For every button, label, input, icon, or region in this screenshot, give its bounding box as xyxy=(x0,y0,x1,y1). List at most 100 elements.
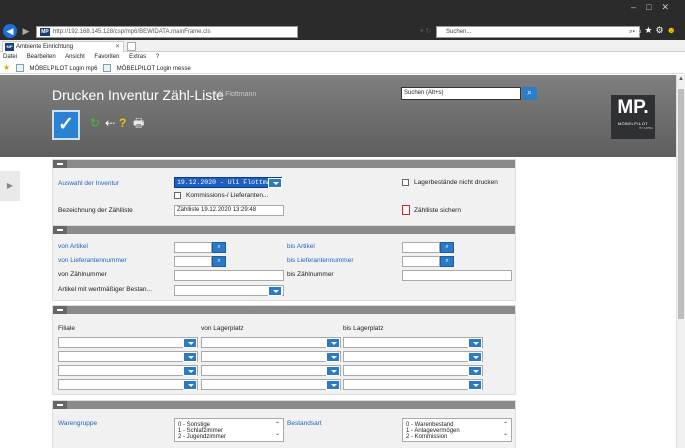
inventur-select[interactable]: 19.12.2020 - Uli Flottmann xyxy=(174,177,282,188)
collapse-toggle-icon[interactable] xyxy=(53,160,67,168)
chevron-down-icon[interactable] xyxy=(468,352,482,362)
favorite-login-messe[interactable]: MÖBELPILOT Login messe xyxy=(117,66,191,72)
menu-bearbeiten[interactable]: Bearbeiten xyxy=(27,54,56,60)
search-icon[interactable]: ⌕▾ xyxy=(629,27,635,37)
back-arrow-icon[interactable]: ◀ xyxy=(3,24,17,38)
bestandsart-listbox[interactable]: 0 - Warenbestand 1 - Anlagevermögen 2 - … xyxy=(402,418,512,442)
app-search-button[interactable]: ⌕ xyxy=(522,87,537,100)
print-icon[interactable]: 🖶 xyxy=(133,116,144,130)
menu-bar: Datei Bearbeiten Ansicht Favoriten Extra… xyxy=(0,52,685,62)
chevron-down-icon[interactable] xyxy=(183,338,197,348)
von-zaehlnummer-input[interactable] xyxy=(174,270,284,281)
bis-lagerplatz-select-3[interactable] xyxy=(343,365,483,376)
side-panel-toggle-icon[interactable]: ▶ xyxy=(0,171,20,201)
filiale-select-3[interactable] xyxy=(58,365,198,376)
tab-ambiente-einrichtung[interactable]: MP Ambiente Einrichtung ✕ xyxy=(2,41,124,52)
browser-search-input[interactable]: Suchen... ⌕▾ xyxy=(436,26,640,38)
listbox-scroll-arrows-icon[interactable]: ⌃ ⌄ xyxy=(503,421,508,439)
lagerbestaende-checkbox[interactable] xyxy=(402,179,409,186)
user-name: Uli Flottmann xyxy=(215,91,257,98)
von-lagerplatz-select-2[interactable] xyxy=(201,351,341,362)
bis-lagerplatz-select-2[interactable] xyxy=(343,351,483,362)
chevron-down-icon[interactable] xyxy=(183,380,197,390)
collapse-toggle-icon[interactable] xyxy=(53,306,67,314)
browser-toolbar-icons[interactable]: ⌂★⚙☻ xyxy=(636,25,679,36)
scroll-thumb[interactable] xyxy=(678,89,684,319)
address-bar[interactable]: MP http://192.168.145.128/csp/mp6/BEWIDA… xyxy=(36,26,298,38)
menu-help[interactable]: ? xyxy=(156,54,159,60)
bis-lieferant-input[interactable] xyxy=(402,256,440,267)
favorites-star-icon[interactable]: ★ xyxy=(3,63,10,72)
bis-artikel-lookup-button[interactable]: ⌕ xyxy=(440,242,454,253)
bis-lieferant-lookup-button[interactable]: ⌕ xyxy=(440,256,454,267)
confirm-checkmark-button[interactable]: ✓ xyxy=(52,110,80,140)
collapse-toggle-icon[interactable] xyxy=(53,401,67,409)
bis-artikel-input[interactable] xyxy=(402,242,440,253)
chevron-down-icon[interactable] xyxy=(268,286,282,296)
chevron-down-icon[interactable] xyxy=(183,366,197,376)
forward-arrow-icon[interactable]: ▶ xyxy=(19,24,33,38)
kommission-checkbox[interactable] xyxy=(174,192,181,199)
section-header xyxy=(53,306,515,314)
von-lagerplatz-select-3[interactable] xyxy=(201,365,341,376)
chevron-down-icon[interactable] xyxy=(468,380,482,390)
bis-zaehlnummer-input[interactable] xyxy=(402,270,512,281)
scroll-up-icon[interactable]: ▲ xyxy=(677,76,685,82)
list-item[interactable]: 2 - Jugendzimmer xyxy=(178,434,283,440)
von-lagerplatz-select-4[interactable] xyxy=(201,379,341,390)
bis-lagerplatz-select-1[interactable] xyxy=(343,337,483,348)
bis-lagerplatz-label: bis Lagerplatz xyxy=(343,325,384,332)
menu-extras[interactable]: Extras xyxy=(129,54,146,60)
refresh-icon[interactable]: ▾ ↻ xyxy=(420,27,431,35)
page-title: Drucken Inventur Zähl-Liste xyxy=(52,87,224,103)
chevron-down-icon[interactable] xyxy=(326,366,340,376)
refresh-icon[interactable]: ↻ xyxy=(90,116,100,130)
von-artikel-input[interactable] xyxy=(174,242,212,253)
app-area: Drucken Inventur Zähl-Liste Uli Flottman… xyxy=(0,75,676,448)
tab-title: Ambiente Einrichtung xyxy=(16,44,74,50)
chevron-down-icon[interactable] xyxy=(183,352,197,362)
von-lieferant-lookup-button[interactable]: ⌕ xyxy=(212,256,226,267)
warengruppe-listbox[interactable]: 0 - Sonstige 1 - Schlafzimmer 2 - Jugend… xyxy=(174,418,284,442)
settings-gear-icon[interactable]: ⚙ xyxy=(655,25,666,35)
section-header xyxy=(53,226,515,234)
bis-lagerplatz-select-4[interactable] xyxy=(343,379,483,390)
collapse-toggle-icon[interactable] xyxy=(53,226,67,234)
back-arrow-icon[interactable]: ⇠ xyxy=(105,116,115,130)
favorite-login-mp6[interactable]: MÖBELPILOT Login mp6 xyxy=(30,66,98,72)
chevron-down-icon[interactable] xyxy=(468,338,482,348)
help-icon[interactable]: ? xyxy=(119,116,126,130)
close-icon[interactable]: ✕ xyxy=(115,42,120,52)
von-artikel-label: von Artikel xyxy=(58,243,88,250)
chevron-down-icon[interactable] xyxy=(326,338,340,348)
bestandsart-label: Bestandsart xyxy=(287,420,322,427)
von-lagerplatz-select-1[interactable] xyxy=(201,337,341,348)
page-scrollbar[interactable]: ▲ xyxy=(676,75,685,448)
listbox-scroll-arrows-icon[interactable]: ⌃ ⌄ xyxy=(275,421,280,439)
window-controls[interactable]: –□✕ xyxy=(631,2,679,13)
feedback-smiley-icon[interactable]: ☻ xyxy=(667,25,679,35)
list-item[interactable]: 2 - Kommission xyxy=(406,434,511,440)
filiale-select-2[interactable] xyxy=(58,351,198,362)
von-lieferant-label: von Lieferantennummer xyxy=(58,257,127,264)
section-inventur: Auswahl der Inventur 19.12.2020 - Uli Fl… xyxy=(52,159,516,227)
new-tab-button[interactable] xyxy=(127,42,136,51)
zaehlliste-sichern-checkbox[interactable] xyxy=(402,205,410,215)
favorites-star-icon[interactable]: ★ xyxy=(644,25,655,35)
app-search-input[interactable]: Suchen (Alt+s) xyxy=(401,87,521,100)
menu-datei[interactable]: Datei xyxy=(3,54,17,60)
menu-ansicht[interactable]: Ansicht xyxy=(65,54,85,60)
von-lieferant-input[interactable] xyxy=(174,256,212,267)
bis-lieferant-label: bis Lieferantennummer xyxy=(287,257,354,264)
page-icon xyxy=(15,64,24,73)
von-artikel-lookup-button[interactable]: ⌕ xyxy=(212,242,226,253)
chevron-down-icon[interactable] xyxy=(326,380,340,390)
menu-favoriten[interactable]: Favoriten xyxy=(94,54,119,60)
chevron-down-icon[interactable] xyxy=(326,352,340,362)
filiale-select-4[interactable] xyxy=(58,379,198,390)
chevron-down-icon[interactable] xyxy=(268,178,282,188)
von-lagerplatz-label: von Lagerplatz xyxy=(201,325,244,332)
filiale-select-1[interactable] xyxy=(58,337,198,348)
chevron-down-icon[interactable] xyxy=(468,366,482,376)
bezeichnung-input[interactable]: Zählliste 19.12.2020 13:29:48 xyxy=(174,205,284,216)
